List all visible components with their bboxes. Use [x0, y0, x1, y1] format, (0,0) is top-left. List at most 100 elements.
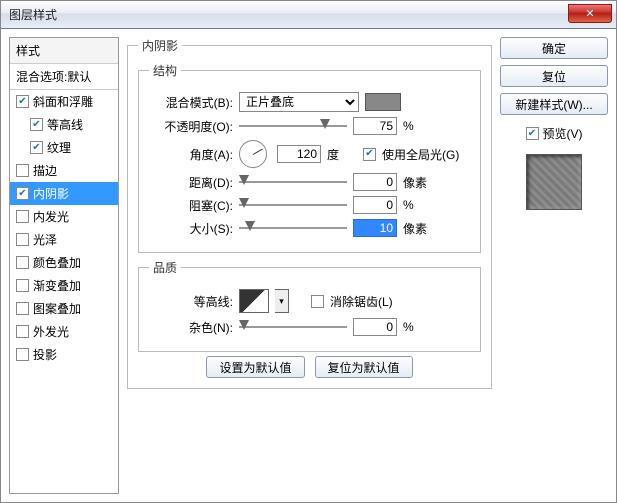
- style-item-label: 外发光: [33, 323, 69, 340]
- choke-input[interactable]: [353, 196, 397, 214]
- new-style-button[interactable]: 新建样式(W)...: [500, 93, 608, 115]
- style-item-outer-glow[interactable]: 外发光: [10, 320, 118, 343]
- antialias-checkbox[interactable]: [311, 295, 324, 308]
- styles-header: 样式: [10, 38, 118, 64]
- right-panel: 确定 复位 新建样式(W)... 预览(V): [500, 37, 608, 494]
- style-item-label: 光泽: [33, 231, 57, 248]
- checkbox-icon[interactable]: [16, 210, 29, 223]
- color-swatch[interactable]: [365, 93, 401, 111]
- settings-area: 内阴影 结构 混合模式(B): 正片叠底 不透明度(O): %: [127, 37, 492, 494]
- checkbox-icon[interactable]: [16, 187, 29, 200]
- contour-label: 等高线:: [149, 293, 233, 310]
- choke-label: 阻塞(C):: [149, 197, 233, 214]
- structure-group: 结构 混合模式(B): 正片叠底 不透明度(O): %: [138, 62, 481, 253]
- style-item-inner-shadow[interactable]: 内阴影: [10, 182, 118, 205]
- angle-input[interactable]: [277, 145, 321, 163]
- angle-row: 角度(A): 度 使用全局光(G): [149, 140, 470, 168]
- checkbox-icon[interactable]: [16, 348, 29, 361]
- checkbox-icon[interactable]: [16, 279, 29, 292]
- contour-swatch[interactable]: [239, 289, 269, 313]
- noise-unit: %: [403, 320, 433, 334]
- style-item-label: 等高线: [47, 116, 83, 133]
- global-light-label: 使用全局光(G): [382, 146, 459, 163]
- size-slider[interactable]: [239, 220, 347, 236]
- noise-slider[interactable]: [239, 319, 347, 335]
- titlebar: 图层样式 ✕: [1, 1, 616, 29]
- cancel-button[interactable]: 复位: [500, 65, 608, 87]
- window-title: 图层样式: [9, 6, 57, 23]
- style-item-label: 渐变叠加: [33, 277, 81, 294]
- distance-row: 距离(D): 像素: [149, 173, 470, 191]
- size-label: 大小(S):: [149, 220, 233, 237]
- noise-label: 杂色(N):: [149, 319, 233, 336]
- style-item-label: 描边: [33, 162, 57, 179]
- choke-unit: %: [403, 198, 433, 212]
- style-item-drop-shadow[interactable]: 投影: [10, 343, 118, 366]
- make-default-button[interactable]: 设置为默认值: [206, 356, 304, 378]
- quality-group: 品质 等高线: ▾ 消除锯齿(L) 杂色(N): %: [138, 259, 481, 352]
- angle-label: 角度(A):: [149, 146, 233, 163]
- style-item-contour[interactable]: 等高线: [10, 113, 118, 136]
- distance-slider[interactable]: [239, 174, 347, 190]
- structure-legend: 结构: [149, 62, 181, 79]
- style-item-label: 斜面和浮雕: [33, 93, 93, 110]
- opacity-input[interactable]: [353, 117, 397, 135]
- size-row: 大小(S): 像素: [149, 219, 470, 237]
- style-item-label: 投影: [33, 346, 57, 363]
- style-item-label: 纹理: [47, 139, 71, 156]
- distance-unit: 像素: [403, 174, 433, 191]
- style-item-satin[interactable]: 光泽: [10, 228, 118, 251]
- default-buttons-row: 设置为默认值 复位为默认值: [138, 356, 481, 378]
- style-item-label: 图案叠加: [33, 300, 81, 317]
- opacity-slider[interactable]: [239, 118, 347, 134]
- size-input[interactable]: [353, 219, 397, 237]
- preview-toggle[interactable]: 预览(V): [500, 125, 608, 142]
- checkbox-icon[interactable]: [16, 256, 29, 269]
- size-unit: 像素: [403, 220, 433, 237]
- style-item-pattern-overlay[interactable]: 图案叠加: [10, 297, 118, 320]
- antialias-label: 消除锯齿(L): [330, 293, 393, 310]
- checkbox-icon[interactable]: [30, 118, 43, 131]
- distance-label: 距离(D):: [149, 174, 233, 191]
- dialog-content: 样式 混合选项:默认 斜面和浮雕 等高线 纹理 描边 内阴影 内发光: [1, 29, 616, 502]
- checkbox-icon[interactable]: [16, 233, 29, 246]
- noise-row: 杂色(N): %: [149, 318, 470, 336]
- style-item-bevel[interactable]: 斜面和浮雕: [10, 90, 118, 113]
- close-button[interactable]: ✕: [568, 4, 612, 23]
- blend-options-label: 混合选项:默认: [16, 68, 91, 85]
- blend-options-item[interactable]: 混合选项:默认: [10, 64, 118, 90]
- style-item-color-overlay[interactable]: 颜色叠加: [10, 251, 118, 274]
- checkbox-icon[interactable]: [16, 325, 29, 338]
- style-item-texture[interactable]: 纹理: [10, 136, 118, 159]
- style-item-inner-glow[interactable]: 内发光: [10, 205, 118, 228]
- blend-mode-label: 混合模式(B):: [149, 94, 233, 111]
- angle-unit: 度: [327, 146, 357, 163]
- blend-mode-select[interactable]: 正片叠底: [239, 92, 359, 112]
- checkbox-icon[interactable]: [16, 302, 29, 315]
- contour-row: 等高线: ▾ 消除锯齿(L): [149, 289, 470, 313]
- checkbox-icon[interactable]: [16, 95, 29, 108]
- choke-slider[interactable]: [239, 197, 347, 213]
- style-item-gradient-overlay[interactable]: 渐变叠加: [10, 274, 118, 297]
- style-item-stroke[interactable]: 描边: [10, 159, 118, 182]
- preview-thumbnail: [526, 154, 582, 210]
- ok-button[interactable]: 确定: [500, 37, 608, 59]
- noise-input[interactable]: [353, 318, 397, 336]
- reset-default-button[interactable]: 复位为默认值: [315, 356, 413, 378]
- blend-mode-row: 混合模式(B): 正片叠底: [149, 92, 470, 112]
- choke-row: 阻塞(C): %: [149, 196, 470, 214]
- global-light-checkbox[interactable]: [363, 148, 376, 161]
- style-item-label: 颜色叠加: [33, 254, 81, 271]
- checkbox-icon[interactable]: [30, 141, 43, 154]
- close-icon: ✕: [585, 7, 594, 20]
- styles-panel: 样式 混合选项:默认 斜面和浮雕 等高线 纹理 描边 内阴影 内发光: [9, 37, 119, 494]
- preview-label: 预览(V): [543, 125, 583, 142]
- angle-dial[interactable]: [239, 140, 267, 168]
- preview-checkbox[interactable]: [526, 127, 539, 140]
- opacity-unit: %: [403, 119, 433, 133]
- contour-dropdown[interactable]: ▾: [275, 289, 289, 313]
- style-item-label: 内阴影: [33, 185, 69, 202]
- style-item-label: 内发光: [33, 208, 69, 225]
- checkbox-icon[interactable]: [16, 164, 29, 177]
- distance-input[interactable]: [353, 173, 397, 191]
